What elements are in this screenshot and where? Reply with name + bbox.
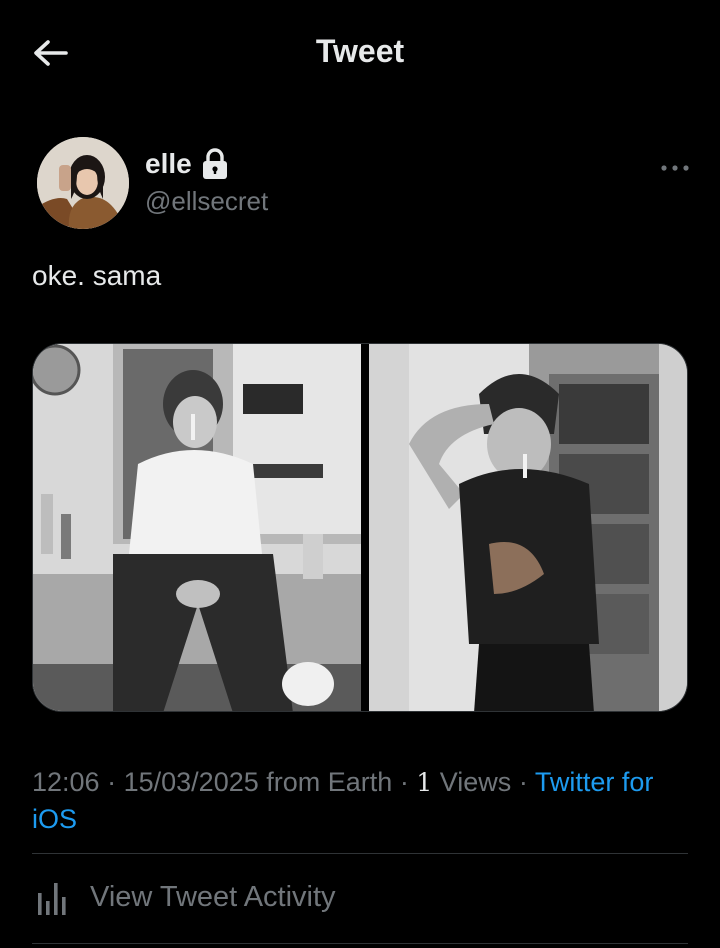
author-display-name[interactable]: elle bbox=[145, 148, 192, 180]
tweet-text: oke. sama bbox=[32, 260, 162, 291]
more-button[interactable] bbox=[660, 160, 690, 176]
views-count: 1 bbox=[416, 768, 433, 797]
tweet-location: from Earth bbox=[266, 767, 393, 797]
meta-separator: · bbox=[518, 767, 528, 797]
photo-1-image bbox=[33, 344, 361, 711]
avatar-image bbox=[37, 137, 129, 229]
photo-2-image bbox=[369, 344, 687, 711]
meta-separator: · bbox=[107, 767, 117, 797]
tweet-meta: 12:06 · 15/03/2025 from Earth · 1 Views … bbox=[32, 764, 692, 837]
more-horizontal-icon bbox=[661, 165, 689, 171]
tweet-time: 12:06 bbox=[32, 767, 100, 797]
tweet-date: 15/03/2025 bbox=[123, 767, 259, 797]
view-tweet-activity-button[interactable]: View Tweet Activity bbox=[36, 877, 336, 917]
header: Tweet bbox=[0, 0, 720, 105]
author-name-row: elle bbox=[145, 148, 228, 180]
bar-chart-icon bbox=[36, 877, 72, 917]
avatar[interactable] bbox=[37, 137, 129, 229]
divider bbox=[32, 853, 688, 854]
view-tweet-activity-label: View Tweet Activity bbox=[90, 880, 336, 913]
page-title: Tweet bbox=[315, 33, 405, 69]
meta-separator: · bbox=[399, 767, 409, 797]
author-handle[interactable]: @ellsecret bbox=[145, 186, 268, 217]
tweet-photo-2[interactable] bbox=[369, 344, 687, 711]
tweet-detail-page: Tweet elle @ellsecret oke. sama 12:06 · … bbox=[0, 0, 720, 948]
divider bbox=[32, 943, 688, 944]
tweet-media-grid bbox=[32, 343, 688, 712]
views-label: Views bbox=[439, 767, 512, 797]
lock-icon bbox=[202, 148, 228, 180]
tweet-photo-1[interactable] bbox=[33, 344, 361, 711]
